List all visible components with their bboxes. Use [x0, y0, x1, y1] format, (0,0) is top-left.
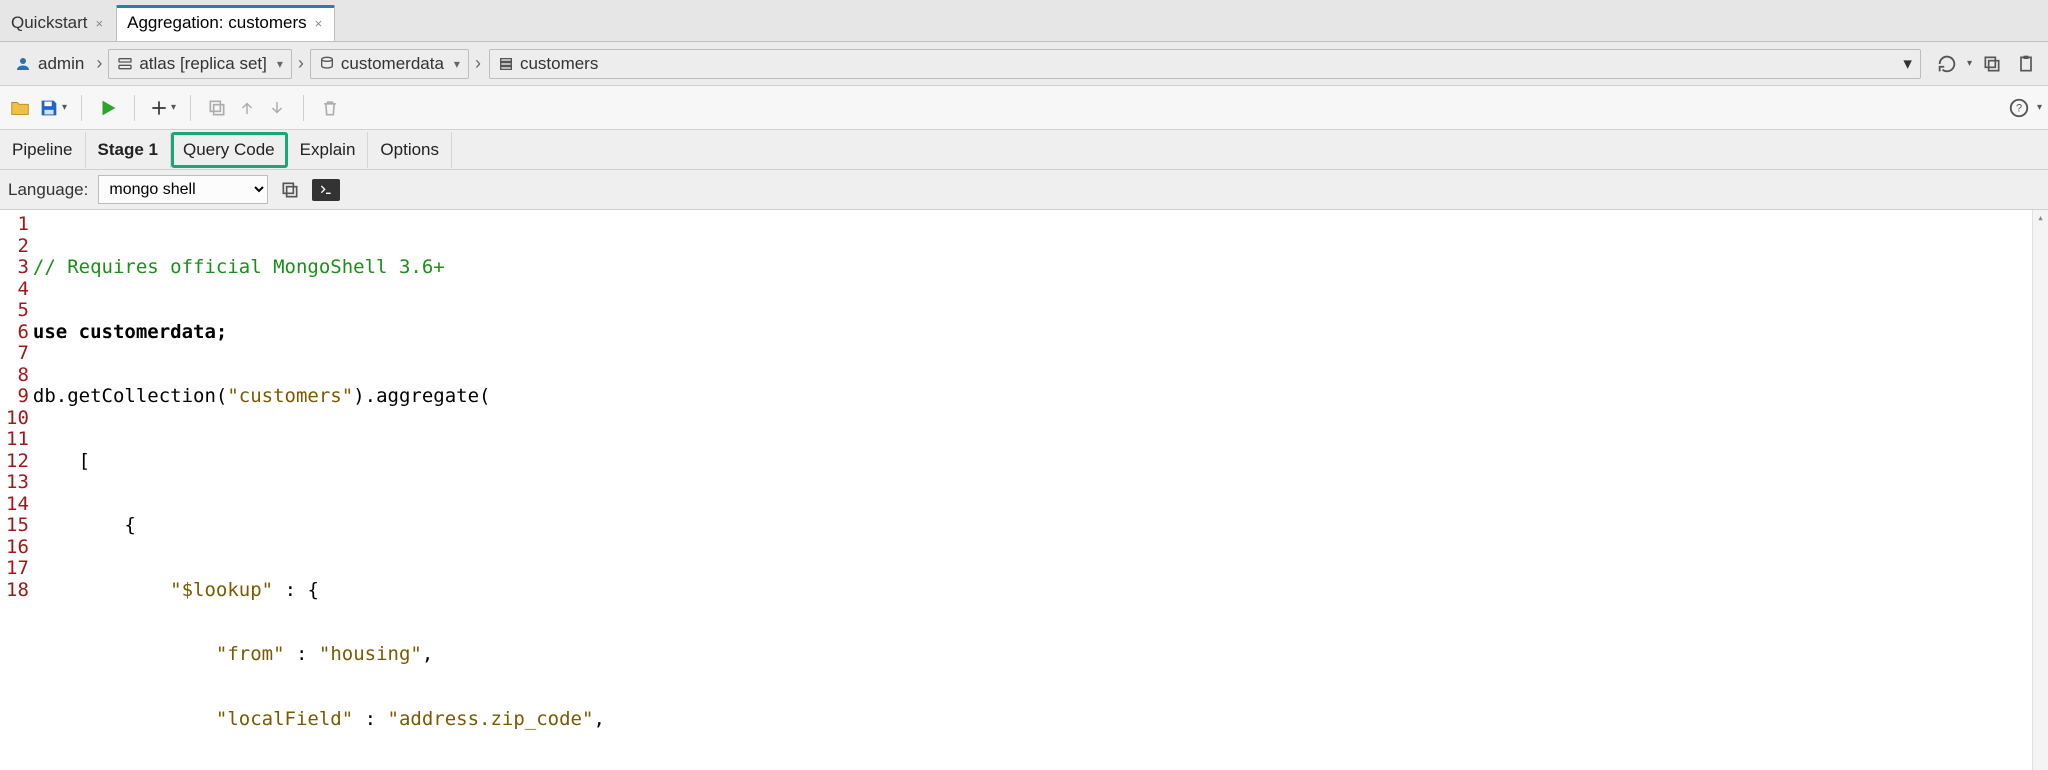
run-button[interactable] [94, 92, 122, 124]
database-icon [319, 56, 335, 72]
breadcrumb-cluster-select[interactable]: atlas [replica set] ▾ [108, 49, 292, 79]
tab-label: Aggregation: customers [127, 13, 307, 33]
chevron-down-icon: ▾ [454, 57, 460, 71]
help-button[interactable]: ? [2005, 92, 2033, 124]
close-icon[interactable]: × [96, 16, 104, 31]
code-line: use customerdata; [33, 321, 227, 343]
language-label: Language: [8, 180, 88, 200]
tab-pipeline[interactable]: Pipeline [0, 132, 86, 168]
svg-text:?: ? [2016, 102, 2022, 114]
close-icon[interactable]: × [315, 16, 323, 31]
connection-breadcrumb-bar: admin › atlas [replica set] ▾ › customer… [0, 42, 2048, 86]
breadcrumb-collection-select[interactable]: customers ▾ [489, 49, 1921, 79]
code-line: [ [33, 450, 90, 472]
breadcrumb-database-select[interactable]: customerdata ▾ [310, 49, 469, 79]
chevron-right-icon: › [96, 53, 102, 74]
move-up-button[interactable] [233, 92, 261, 124]
tab-quickstart[interactable]: Quickstart × [0, 4, 116, 41]
copy-icon[interactable] [1978, 50, 2006, 78]
open-shell-icon[interactable] [312, 179, 340, 201]
code-line: // Requires official MongoShell 3.6+ [33, 256, 445, 278]
chevron-down-icon[interactable]: ▾ [2037, 102, 2042, 113]
duplicate-button[interactable] [203, 92, 231, 124]
tab-stage-1[interactable]: Stage 1 [86, 132, 171, 168]
tab-options[interactable]: Options [368, 132, 452, 168]
tab-query-code[interactable]: Query Code [171, 132, 288, 168]
refresh-icon[interactable] [1933, 50, 1961, 78]
chevron-down-icon: ▾ [1903, 54, 1912, 74]
add-button[interactable]: ▾ [147, 92, 178, 124]
code-line: db.getCollection( [33, 385, 227, 407]
delete-button[interactable] [316, 92, 344, 124]
tab-label: Quickstart [11, 13, 88, 33]
code-line: { [33, 514, 136, 536]
vertical-scrollbar[interactable]: ▴ [2032, 210, 2048, 770]
cluster-icon [117, 56, 133, 72]
tab-explain[interactable]: Explain [288, 132, 369, 168]
tab-aggregation-customers[interactable]: Aggregation: customers × [116, 5, 335, 41]
breadcrumb-cluster-label: atlas [replica set] [139, 54, 267, 74]
toolbar: ▾ ▾ ? ▾ [0, 86, 2048, 130]
code-editor[interactable]: 123456789101112131415161718 // Requires … [0, 210, 2048, 770]
chevron-down-icon: ▾ [277, 57, 283, 71]
paste-icon[interactable] [2012, 50, 2040, 78]
language-select[interactable]: mongo shell [98, 175, 268, 204]
open-button[interactable] [6, 92, 34, 124]
aggregation-subtabs: Pipeline Stage 1 Query Code Explain Opti… [0, 130, 2048, 170]
chevron-down-icon: ▾ [62, 102, 67, 113]
breadcrumb-database-label: customerdata [341, 54, 444, 74]
move-down-button[interactable] [263, 92, 291, 124]
collection-icon [498, 56, 514, 72]
copy-code-icon[interactable] [278, 178, 302, 202]
line-gutter: 123456789101112131415161718 [0, 210, 33, 770]
save-button[interactable]: ▾ [36, 92, 69, 124]
language-bar: Language: mongo shell [0, 170, 2048, 210]
chevron-down-icon[interactable]: ▾ [1967, 58, 1972, 69]
user-icon [14, 55, 32, 73]
editor-tabs: Quickstart × Aggregation: customers × [0, 0, 2048, 42]
chevron-right-icon: › [475, 53, 481, 74]
scroll-up-icon[interactable]: ▴ [2033, 210, 2048, 226]
chevron-down-icon: ▾ [171, 102, 176, 113]
breadcrumb-user[interactable]: admin [8, 50, 90, 78]
chevron-right-icon: › [298, 53, 304, 74]
breadcrumb-collection-label: customers [520, 54, 598, 74]
code-body[interactable]: // Requires official MongoShell 3.6+ use… [33, 210, 811, 770]
breadcrumb-user-label: admin [38, 54, 84, 74]
